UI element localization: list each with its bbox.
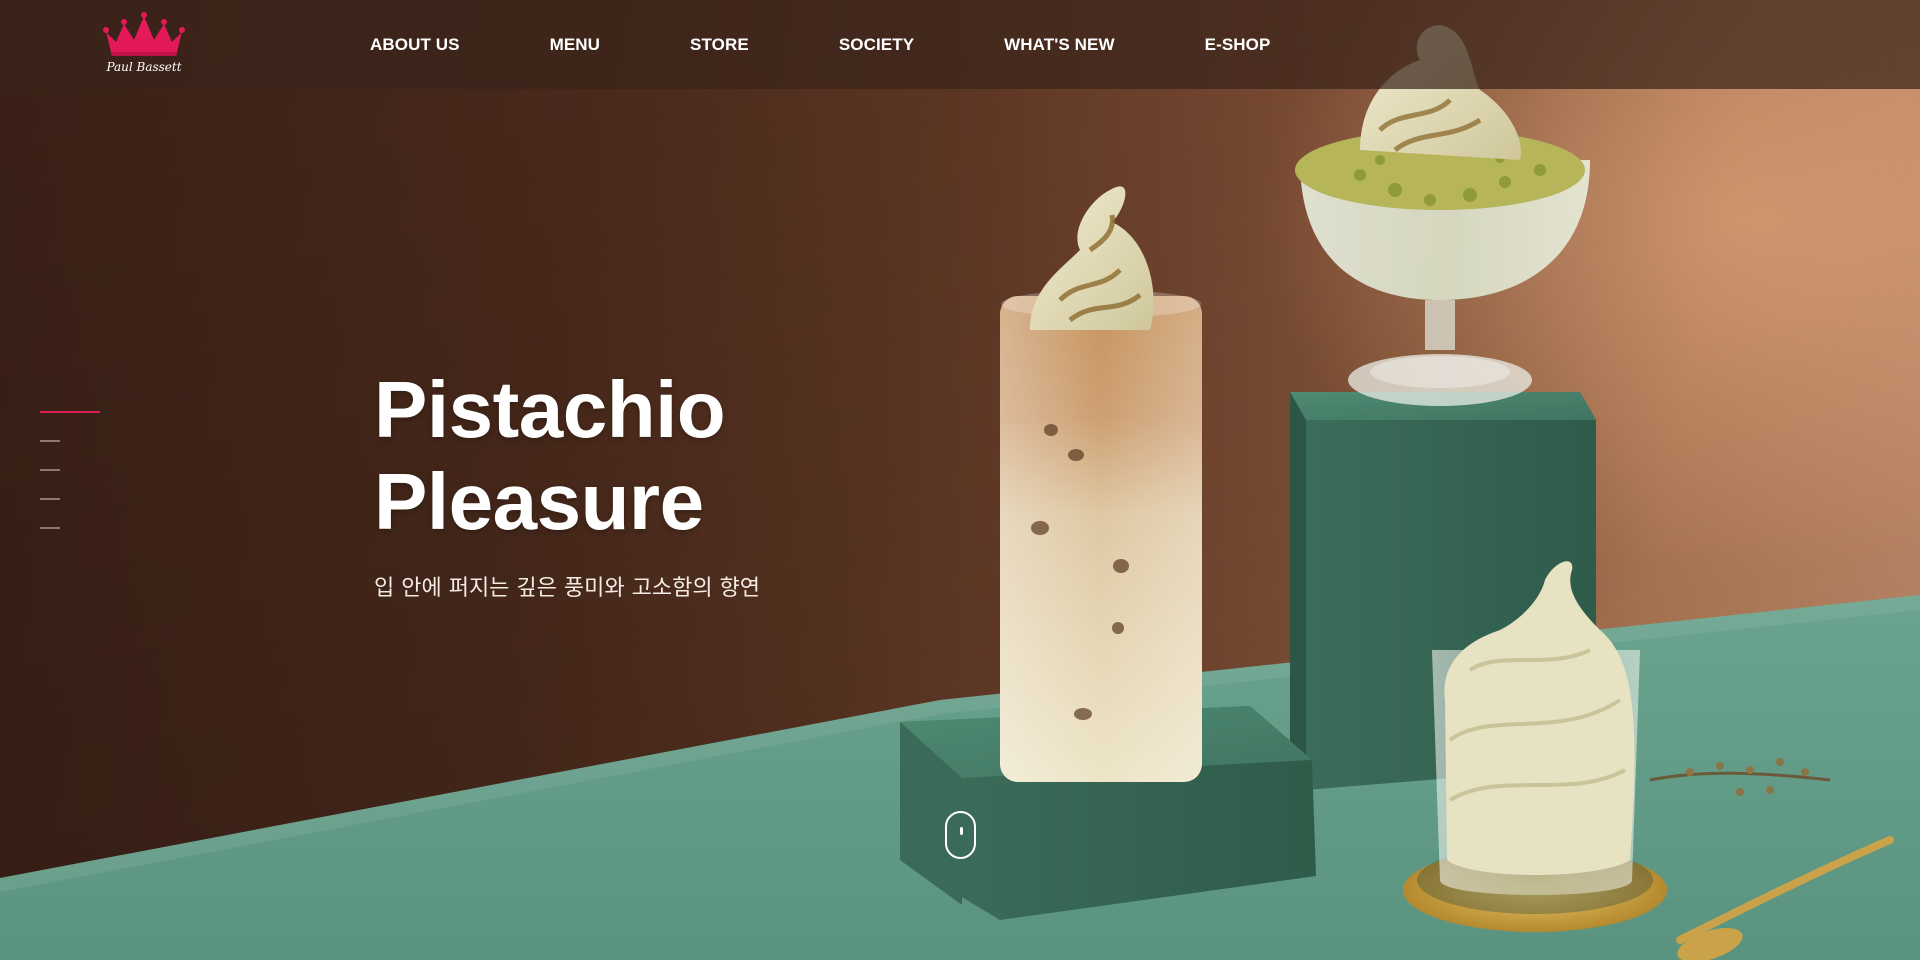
slide-indicator-2[interactable]: [40, 440, 60, 442]
slide-indicator-5[interactable]: [40, 527, 60, 529]
brand-logo[interactable]: Paul Bassett: [102, 12, 186, 74]
nav-whats-new[interactable]: WHAT'S NEW: [1004, 35, 1115, 55]
crown-logo-icon: Paul Bassett: [103, 12, 185, 74]
main-navigation: ABOUT US MENU STORE SOCIETY WHAT'S NEW E…: [370, 0, 1270, 89]
nav-store[interactable]: STORE: [690, 35, 749, 55]
hero-title: Pistachio Pleasure: [374, 364, 894, 548]
hero-copy: Pistachio Pleasure 입 안에 퍼지는 깊은 풍미와 고소함의 …: [374, 364, 894, 602]
nav-society[interactable]: SOCIETY: [839, 35, 914, 55]
slide-indicator-1[interactable]: [40, 411, 100, 413]
hero-title-line-1: Pistachio: [374, 365, 726, 454]
slide-indicator-3[interactable]: [40, 469, 60, 471]
slide-indicator-4[interactable]: [40, 498, 60, 500]
nav-about-us[interactable]: ABOUT US: [370, 35, 460, 55]
scroll-wheel: [960, 827, 963, 835]
nav-e-shop[interactable]: E-SHOP: [1205, 35, 1271, 55]
slide-pager: [40, 411, 102, 556]
hero-subtitle: 입 안에 퍼지는 깊은 풍미와 고소함의 향연: [374, 576, 761, 601]
scroll-mouse-icon[interactable]: [945, 811, 976, 859]
nav-menu[interactable]: MENU: [550, 35, 600, 55]
svg-text:Paul Bassett: Paul Bassett: [105, 60, 181, 74]
site-header: Paul Bassett ABOUT US MENU STORE SOCIETY…: [0, 0, 1920, 89]
hero-title-line-2: Pleasure: [374, 457, 704, 546]
